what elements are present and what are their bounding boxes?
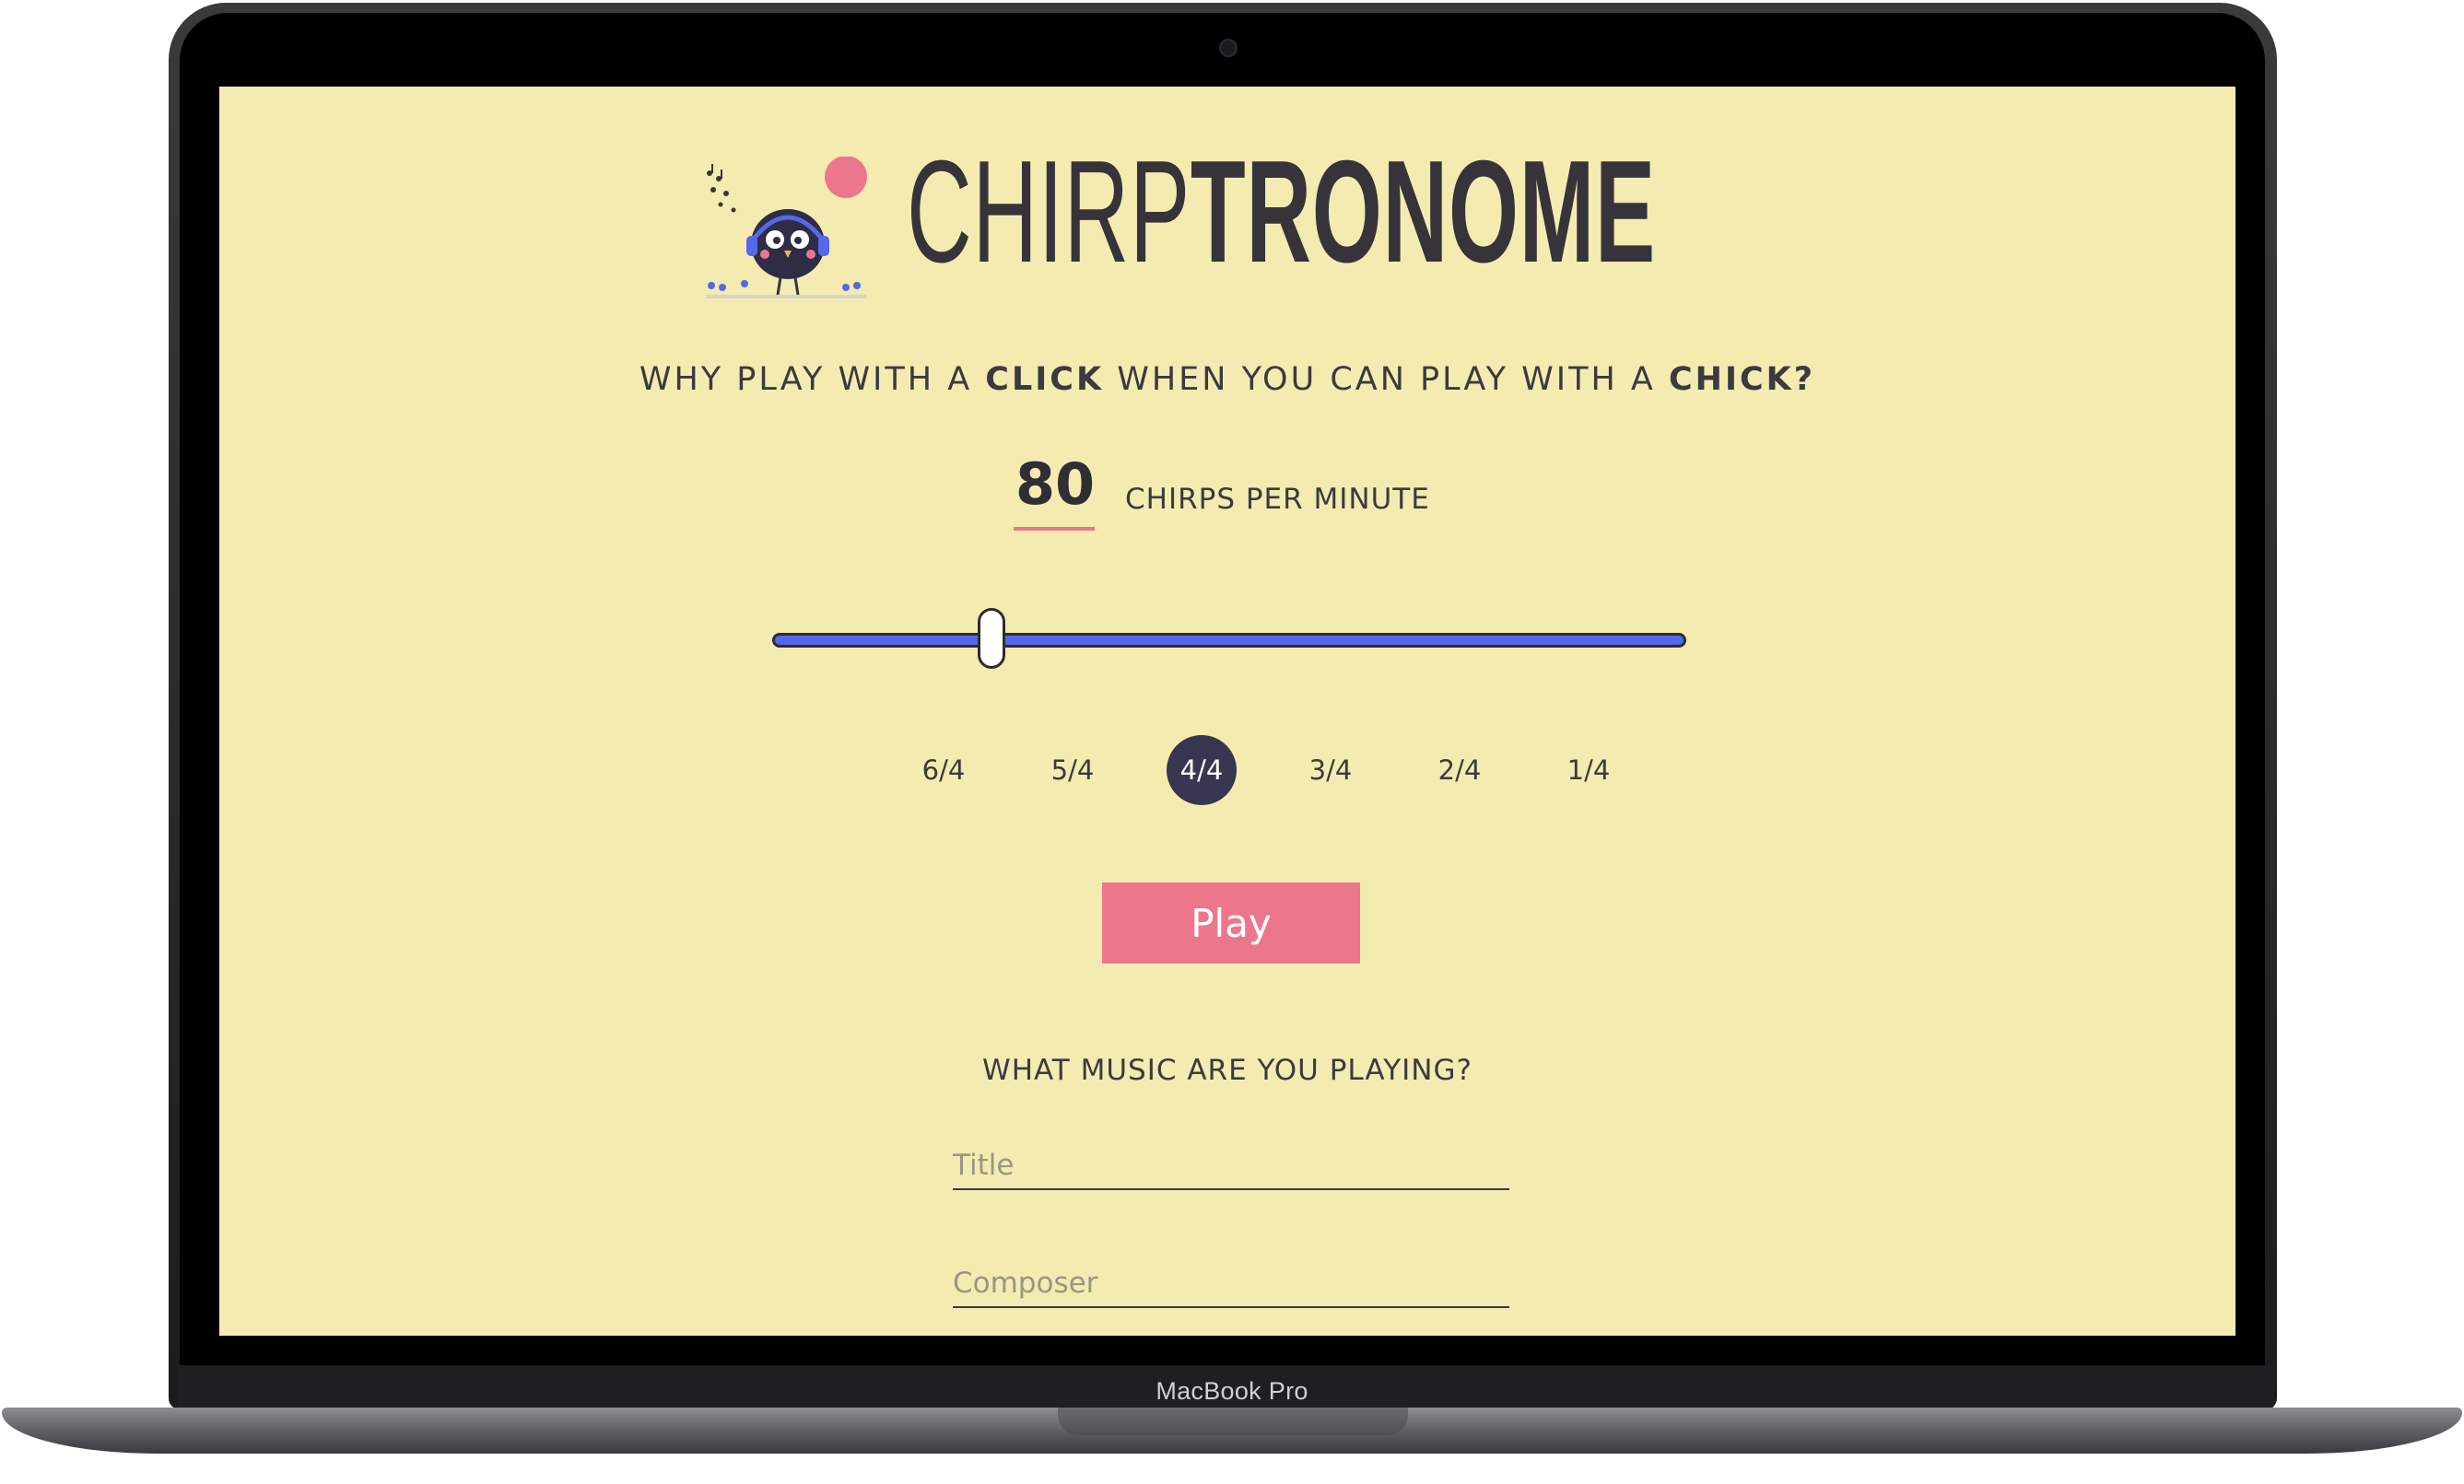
- camera-icon: [1219, 39, 1238, 57]
- composer-field[interactable]: [953, 1260, 1509, 1308]
- time-signature-4-4[interactable]: 4/4: [1167, 735, 1237, 805]
- tagline-bold2: CHICK?: [1668, 361, 1816, 398]
- composer-input[interactable]: [953, 1260, 1509, 1306]
- title-input[interactable]: [953, 1142, 1509, 1188]
- device-label: MacBook Pro: [1156, 1377, 1308, 1405]
- music-question: WHAT MUSIC ARE YOU PLAYING?: [982, 1054, 1473, 1087]
- tempo-underline: [1014, 527, 1095, 531]
- time-signature-1-4[interactable]: 1/4: [1554, 735, 1624, 805]
- tagline-part2: WHEN YOU CAN PLAY WITH A: [1104, 361, 1669, 398]
- title-field[interactable]: [953, 1142, 1509, 1190]
- app-screen: CHIRPTRONOME WHY PLAY WITH A CLICK WHEN …: [219, 87, 2235, 1336]
- play-button[interactable]: Play: [1102, 882, 1360, 964]
- time-signature-3-4[interactable]: 3/4: [1296, 735, 1366, 805]
- tagline-part1: WHY PLAY WITH A: [639, 361, 986, 398]
- tempo-unit-label: CHIRPS PER MINUTE: [1125, 483, 1430, 516]
- tagline: WHY PLAY WITH A CLICK WHEN YOU CAN PLAY …: [219, 361, 2235, 398]
- time-signature-6-4[interactable]: 6/4: [909, 735, 979, 805]
- tempo-slider-track[interactable]: [772, 633, 1686, 648]
- chick-mascot-icon: [706, 157, 867, 298]
- tempo-value: 80: [1015, 450, 1096, 518]
- title-light: CHIRP: [907, 131, 1191, 293]
- title-bold: TRONOME: [1190, 131, 1656, 293]
- time-signature-5-4[interactable]: 5/4: [1038, 735, 1108, 805]
- time-signature-2-4[interactable]: 2/4: [1425, 735, 1495, 805]
- tagline-bold1: CLICK: [985, 361, 1105, 398]
- app-title: CHIRPTRONOME: [907, 139, 1656, 285]
- tempo-slider-thumb[interactable]: [978, 608, 1006, 669]
- laptop-notch: [1058, 1408, 1408, 1435]
